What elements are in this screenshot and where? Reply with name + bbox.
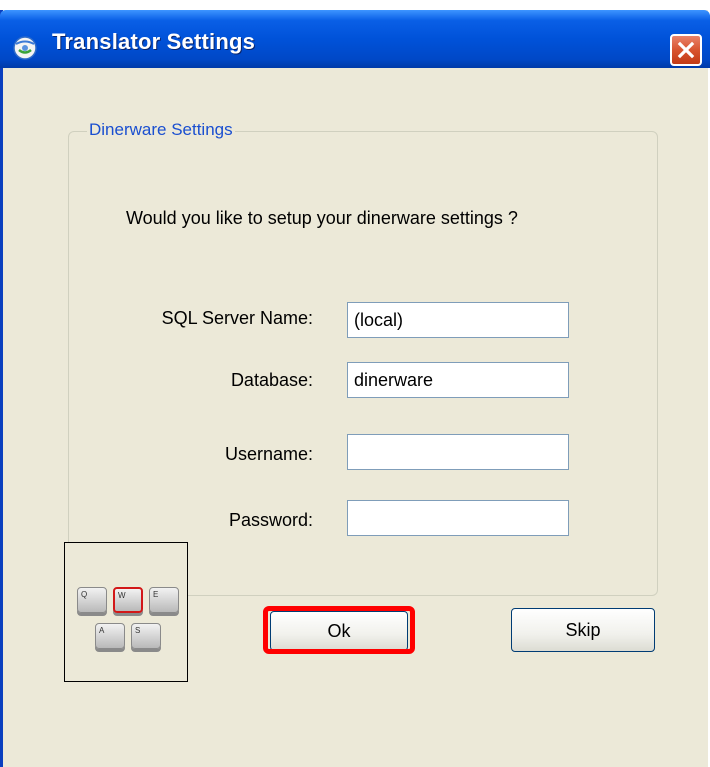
database-input[interactable] bbox=[347, 362, 569, 398]
username-input[interactable] bbox=[347, 434, 569, 470]
setup-prompt: Would you like to setup your dinerware s… bbox=[126, 208, 518, 228]
group-legend: Dinerware Settings bbox=[87, 120, 235, 140]
key-a: A bbox=[95, 623, 125, 649]
username-label: Username: bbox=[224, 444, 313, 464]
key-w: W bbox=[113, 587, 143, 613]
keyboard-icon[interactable]: Q W E A S bbox=[64, 542, 188, 682]
ok-button-highlight bbox=[263, 606, 415, 654]
window-title: Translator Settings bbox=[52, 29, 256, 54]
server-name-input[interactable] bbox=[347, 302, 569, 338]
key-q: Q bbox=[77, 587, 107, 613]
skip-button[interactable]: Skip bbox=[511, 608, 655, 652]
server-name-label: SQL Server Name: bbox=[161, 308, 313, 328]
close-icon[interactable] bbox=[670, 34, 702, 66]
globe-icon bbox=[12, 35, 38, 61]
password-label: Password: bbox=[228, 510, 313, 530]
password-input[interactable] bbox=[347, 500, 569, 536]
database-label: Database: bbox=[230, 370, 313, 390]
key-s: S bbox=[131, 623, 161, 649]
title-bar[interactable]: Translator Settings bbox=[0, 10, 710, 68]
key-e: E bbox=[149, 587, 179, 613]
